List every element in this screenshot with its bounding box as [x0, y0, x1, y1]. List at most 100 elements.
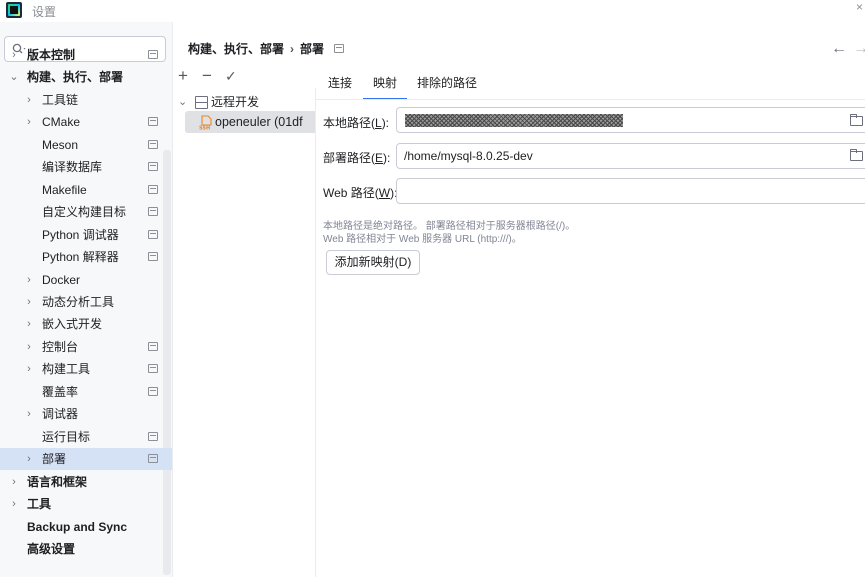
project-scope-icon	[148, 140, 158, 149]
tabs-divider	[316, 99, 865, 100]
ssh-icon: SSH	[199, 115, 212, 131]
sidebar-item-coverage[interactable]: 覆盖率	[0, 381, 172, 403]
sidebar-item-advanced-settings[interactable]: 高级设置	[0, 538, 172, 560]
sidebar-item-version-control[interactable]: › 版本控制	[0, 44, 172, 66]
chevron-right-icon[interactable]: ›	[8, 44, 20, 66]
deploy-path-field[interactable]: /home/mysql-8.0.25-dev	[396, 143, 865, 169]
sidebar-item-languages-frameworks[interactable]: › 语言和框架	[0, 471, 172, 493]
local-path-label: 本地路径(L):	[323, 116, 390, 130]
sidebar-item-debugger[interactable]: › 调试器	[0, 403, 172, 425]
server-item-openeuler[interactable]: SSH openeuler (01df	[185, 111, 315, 133]
chevron-right-icon[interactable]: ›	[23, 358, 35, 380]
tab-mappings[interactable]: 映射	[362, 74, 408, 100]
chevron-right-icon[interactable]: ›	[23, 336, 35, 358]
sidebar-item-embedded-development[interactable]: › 嵌入式开发	[0, 313, 172, 335]
sidebar-item-label: 嵌入式开发	[42, 317, 103, 331]
sidebar-item-label: Python 解释器	[42, 250, 119, 264]
sidebar-item-label: 版本控制	[27, 48, 76, 62]
sidebar-item-label: Makefile	[42, 183, 87, 197]
add-new-mapping-button[interactable]: 添加新映射(D)	[326, 250, 420, 275]
chevron-right-icon[interactable]: ›	[23, 291, 35, 313]
sidebar-item-label: 语言和框架	[27, 475, 88, 489]
sidebar-item-label: 高级设置	[27, 542, 76, 556]
tab-connection[interactable]: 连接	[328, 74, 352, 100]
chevron-right-icon[interactable]: ›	[8, 471, 20, 493]
sidebar-item-build-tools[interactable]: › 构建工具	[0, 358, 172, 380]
breadcrumb-current: 部署	[300, 42, 325, 56]
sidebar-item-compilation-database[interactable]: 编译数据库	[0, 156, 172, 178]
sidebar-item-tools[interactable]: › 工具	[0, 493, 172, 515]
sidebar-item-label: 工具链	[42, 93, 79, 107]
sidebar-item-label: CMake	[42, 115, 81, 129]
sidebar-item-label: 构建工具	[42, 362, 91, 376]
sidebar-item-makefile[interactable]: Makefile	[0, 179, 172, 201]
project-scope-icon	[148, 185, 158, 194]
sidebar-item-dynamic-analysis-tools[interactable]: › 动态分析工具	[0, 291, 172, 313]
project-scope-icon	[148, 454, 158, 463]
server-group-label: 远程开发	[211, 95, 260, 109]
project-scope-icon	[148, 364, 158, 373]
breadcrumb-parent[interactable]: 构建、执行、部署	[188, 42, 284, 56]
sidebar-item-cmake[interactable]: › CMake	[0, 111, 172, 133]
remove-server-button[interactable]: −	[202, 64, 212, 88]
sidebar-item-custom-build-targets[interactable]: 自定义构建目标	[0, 201, 172, 223]
sidebar-item-label: 调试器	[42, 407, 79, 421]
sidebar-item-label: Docker	[42, 273, 81, 287]
project-scope-icon	[148, 432, 158, 441]
sidebar-item-label: 编译数据库	[42, 160, 103, 174]
project-scope-icon	[148, 230, 158, 239]
chevron-right-icon[interactable]: ›	[23, 448, 35, 470]
project-scope-icon	[148, 50, 158, 59]
sidebar-item-toolchains[interactable]: › 工具链	[0, 89, 172, 111]
chevron-right-icon[interactable]: ›	[23, 269, 35, 291]
browse-folder-icon[interactable]	[850, 149, 863, 161]
tab-excluded-paths[interactable]: 排除的路径	[417, 74, 477, 100]
back-arrow-icon[interactable]: ←	[831, 40, 847, 58]
chevron-down-icon[interactable]: ⌄	[178, 91, 187, 113]
forward-arrow-icon[interactable]: →	[853, 40, 865, 58]
server-item-label: openeuler (01df	[215, 115, 303, 129]
sidebar-item-build-execution-deployment[interactable]: ⌄ 构建、执行、部署	[0, 66, 172, 88]
sidebar-item-run-targets[interactable]: 运行目标	[0, 426, 172, 448]
server-toolbar: + − ✓	[173, 64, 316, 88]
sidebar-item-python-interpreter[interactable]: Python 解释器	[0, 246, 172, 268]
project-scope-icon	[148, 207, 158, 216]
deployment-tabs: 连接 映射 排除的路径	[316, 64, 865, 100]
server-group-remote-dev[interactable]: ⌄ 远程开发	[173, 91, 315, 113]
sidebar-item-label: Python 调试器	[42, 228, 119, 242]
browse-folder-icon[interactable]	[850, 114, 863, 126]
chevron-right-icon[interactable]: ›	[23, 111, 35, 133]
sidebar-item-deployment[interactable]: › 部署	[0, 448, 172, 470]
sidebar-item-label: 运行目标	[42, 430, 91, 444]
chevron-down-icon[interactable]: ⌄	[8, 66, 20, 88]
sidebar-item-label: 工具	[27, 497, 52, 511]
svg-text:SSH: SSH	[199, 126, 210, 131]
close-icon[interactable]: ×	[856, 0, 863, 14]
sidebar-item-meson[interactable]: Meson	[0, 134, 172, 156]
sidebar-item-label: Backup and Sync	[27, 520, 128, 534]
redacted-path-value	[405, 114, 623, 127]
sidebar-item-console[interactable]: › 控制台	[0, 336, 172, 358]
sidebar-item-label: Meson	[42, 138, 79, 152]
server-icon	[195, 96, 208, 109]
web-path-field[interactable]	[396, 178, 865, 204]
app-logo-icon	[6, 2, 22, 18]
sidebar-item-label: 自定义构建目标	[42, 205, 127, 219]
sidebar-item-python-debugger[interactable]: Python 调试器	[0, 224, 172, 246]
server-list: ⌄ 远程开发 SSH openeuler (01df	[173, 88, 316, 577]
chevron-right-icon[interactable]: ›	[23, 89, 35, 111]
chevron-right-icon[interactable]: ›	[23, 403, 35, 425]
sidebar-item-label: 构建、执行、部署	[27, 70, 124, 84]
add-server-button[interactable]: +	[178, 64, 188, 88]
project-scope-icon	[148, 387, 158, 396]
sidebar-item-backup-and-sync[interactable]: Backup and Sync	[0, 516, 172, 538]
project-scope-icon	[148, 117, 158, 126]
sidebar-item-docker[interactable]: › Docker	[0, 269, 172, 291]
chevron-right-icon[interactable]: ›	[8, 493, 20, 515]
local-path-field[interactable]	[396, 107, 865, 133]
path-hint-line2: Web 路径相对于 Web 服务器 URL (http:///)。	[323, 234, 522, 245]
deploy-path-value: /home/mysql-8.0.25-dev	[404, 149, 533, 163]
sidebar-item-label: 控制台	[42, 340, 79, 354]
chevron-right-icon[interactable]: ›	[23, 313, 35, 335]
set-default-button[interactable]: ✓	[225, 64, 237, 88]
